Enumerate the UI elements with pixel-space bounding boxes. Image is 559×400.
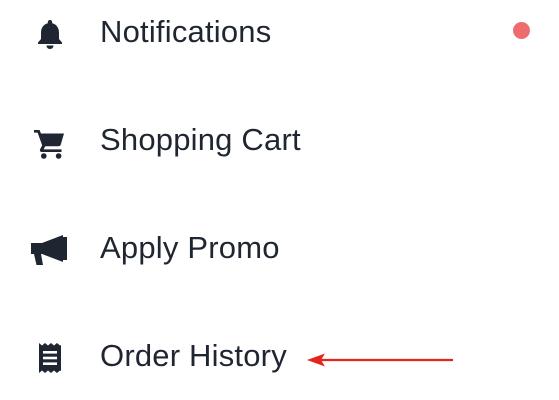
menu-item-notifications[interactable]: Notifications [0, 0, 559, 76]
menu-item-label: Shopping Cart [100, 122, 301, 157]
side-menu: Notifications Shopping Cart Apply Promo [0, 0, 559, 400]
annotation-arrow-icon [307, 353, 453, 367]
bell-icon [30, 14, 70, 54]
menu-item-label: Apply Promo [100, 230, 280, 265]
unread-indicator-dot [513, 22, 530, 39]
menu-item-shopping-cart[interactable]: Shopping Cart [0, 108, 559, 184]
menu-item-label: Order History [100, 338, 287, 373]
shopping-cart-icon [30, 122, 70, 162]
megaphone-icon [30, 230, 70, 270]
menu-item-apply-promo[interactable]: Apply Promo [0, 216, 559, 292]
menu-item-label: Notifications [100, 14, 272, 49]
receipt-icon [30, 338, 70, 378]
menu-item-order-history[interactable]: Order History [0, 324, 559, 400]
